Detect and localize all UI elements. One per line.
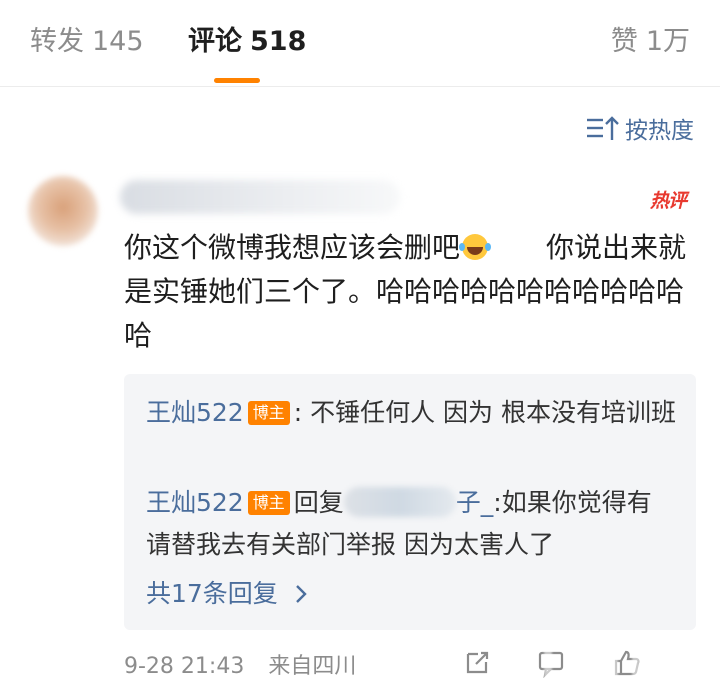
comment-meta: 9-28 21:43 来自四川 — [124, 648, 356, 680]
commenter-name-redacted[interactable] — [120, 180, 400, 214]
active-tab-indicator — [214, 78, 260, 83]
reply-prefix: 回复 — [293, 488, 344, 517]
more-replies-link[interactable]: 共17条回复 — [146, 574, 310, 610]
reply-username[interactable]: 王灿522 — [146, 398, 244, 427]
chevron-right-icon — [295, 585, 307, 603]
laughing-tears-emoji-icon — [459, 234, 489, 260]
hot-comment-badge: 热评 — [649, 190, 687, 212]
tab-likes[interactable]: 赞 1万 — [611, 24, 690, 60]
footer-blur-overlay — [530, 650, 720, 678]
tab-comments-count: 518 — [250, 26, 307, 57]
sort-by-hot-button[interactable]: 按热度 — [585, 112, 694, 144]
comment-text-part1: 你这个微博我想应该会删吧 — [124, 231, 461, 264]
reply-item[interactable]: 王灿522 博主 回复 子_:如果你觉得有 请替我去有关部门举报 因为太害人了 — [146, 482, 676, 566]
tab-likes-count: 1万 — [645, 26, 690, 57]
replies-panel[interactable]: 王灿522 博主: 不锤任何人 因为 根本没有培训班 王灿522 博主 回复 子_:如果… — [124, 374, 696, 630]
tab-reposts[interactable]: 转发 145 — [30, 24, 144, 60]
reply-username[interactable]: 王灿522 — [146, 488, 244, 517]
comment-text: 你这个微博我想应该会删吧 你说出来就是实锤她们三个了。哈哈哈哈哈哈哈哈哈哈哈哈 — [124, 226, 704, 358]
sort-label: 按热度 — [625, 118, 694, 144]
author-badge: 博主 — [247, 491, 290, 515]
comment-location: 来自四川 — [268, 654, 357, 679]
author-badge: 博主 — [247, 401, 290, 425]
avatar[interactable] — [28, 176, 98, 246]
reply-text: : 不锤任何人 因为 根本没有培训班 — [293, 398, 676, 427]
reply-item[interactable]: 王灿522 博主: 不锤任何人 因为 根本没有培训班 — [146, 392, 676, 434]
tab-bar: 转发 145 评论 518 赞 1万 — [0, 0, 720, 87]
more-replies-label: 共17条回复 — [146, 579, 278, 608]
repost-button[interactable] — [462, 648, 492, 682]
comment-timestamp: 9-28 21:43 — [124, 654, 245, 679]
repost-icon — [466, 651, 489, 674]
tab-comments[interactable]: 评论 518 — [188, 24, 306, 60]
tab-reposts-label: 转发 — [30, 26, 84, 57]
tab-likes-label: 赞 — [610, 26, 638, 57]
tab-reposts-count: 145 — [92, 26, 144, 57]
mention-redacted[interactable] — [343, 487, 456, 517]
tab-comments-label: 评论 — [188, 26, 242, 57]
sort-icon — [587, 116, 619, 140]
mention-tail[interactable]: 子_ — [456, 488, 494, 517]
